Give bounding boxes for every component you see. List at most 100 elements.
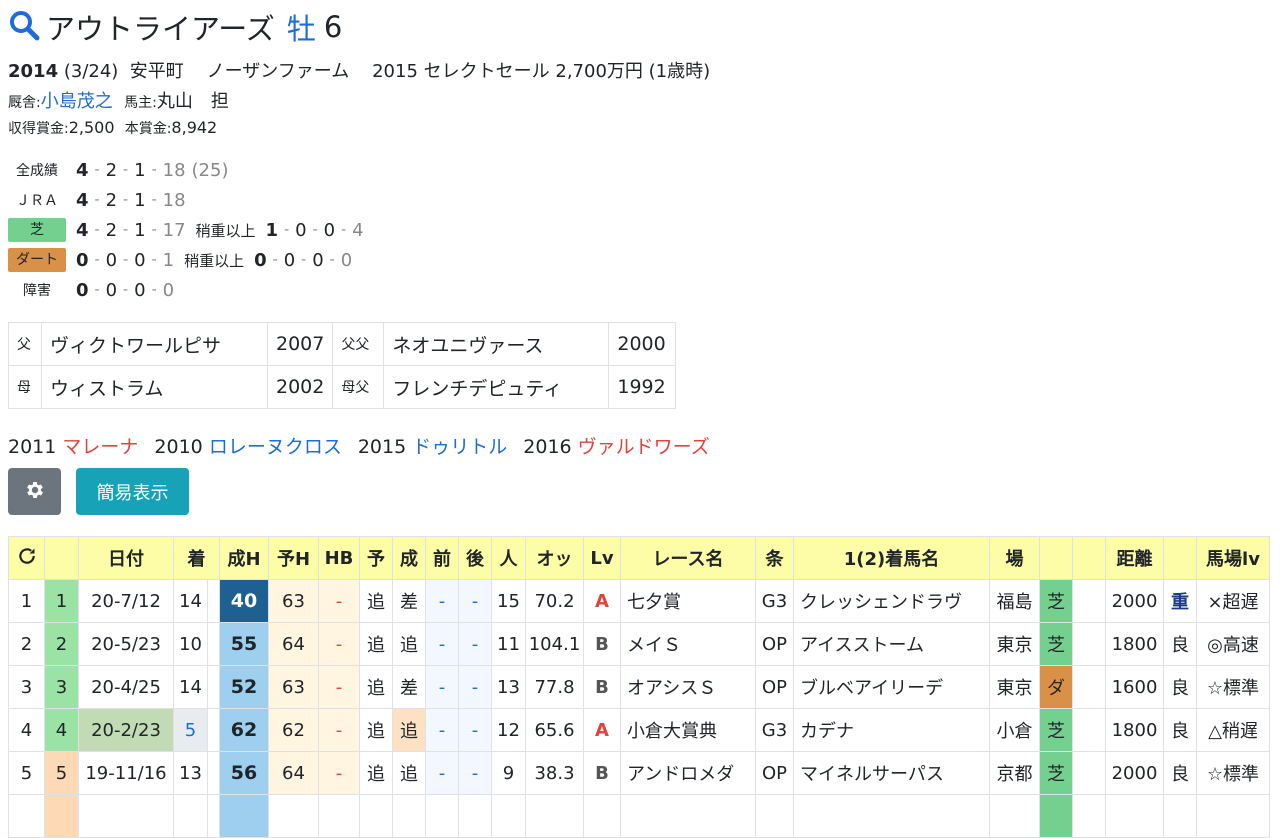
record-separator: - [123,192,129,208]
predicted-handicap: 62 [268,708,319,752]
predicted-handicap: 63 [268,579,319,623]
track-surface: 芝 [1039,579,1073,623]
track-condition: 良 [1163,622,1197,666]
hb-value: - [318,708,360,752]
column-header[interactable]: HB [318,536,360,580]
column-header[interactable]: レース名 [620,536,756,580]
dam-name: ウィストラム [41,365,268,409]
finish-position: 5 [173,708,208,752]
table-row[interactable]: 2 2 20-5/23 10 55 64- 追追 - -11 104.1 B メイＳ OP アイスストーム… [8,622,1270,666]
horse-age: 6 [323,10,343,44]
column-header[interactable]: 予H [268,536,319,580]
column-header[interactable]: 日付 [78,536,174,580]
column-header[interactable]: Lv [583,536,621,580]
popularity: 9 [491,751,526,795]
record-separator: - [94,162,100,178]
column-header[interactable]: 着 [173,536,220,580]
table-row[interactable]: 4 4 20-2/23 5 62 62- 追追 - -12 65.6 A 小倉大賞典 G3 カデナ 小倉芝 1… [8,708,1270,752]
trainer-label: 厩舎: [8,95,41,111]
column-header[interactable]: 前 [425,536,459,580]
column-header[interactable]: 条 [755,536,794,580]
race-name[interactable]: 七夕賞 [620,579,756,623]
race-class: OP [755,665,794,709]
winner-name[interactable]: マイネルサーパス [793,751,990,795]
winner-name[interactable]: アイスストーム [793,622,990,666]
track-level: △稍遅 [1196,708,1270,752]
record-row: 障害 0-0-0-0 [8,277,174,303]
table-row[interactable]: 1 1 20-7/12 14 40 63- 追差 - -15 70.2 A 七夕賞 G3 クレッシェンドラ… [8,579,1270,623]
simple-view-button[interactable]: 簡易表示 [76,468,189,515]
race-date[interactable]: 20-7/12 [78,579,174,623]
column-header[interactable]: 場 [989,536,1040,580]
earnings-info: 収得賞金:2,500 本賞金:8,942 [8,118,217,138]
table-row[interactable]: 3 3 20-4/25 14 52 63- 追差 - -13 77.8 B オアシスＳ OP ブルベアイリ… [8,665,1270,709]
column-header[interactable]: 1(2)着馬名 [793,536,990,580]
result-style: 追 [392,708,426,752]
row-order: 3 [44,665,79,709]
sibling-link[interactable]: マレーナ [62,436,138,458]
record-row: 芝 4-2-1-17 稍重以上 1-0-0-4 [8,217,364,243]
track-level: ☆標準 [1196,751,1270,795]
column-header[interactable] [1072,536,1106,580]
race-name[interactable]: アンドロメダ [620,751,756,795]
record-third: 1 [134,159,146,181]
racecourse: 京都 [989,751,1040,795]
settings-button[interactable] [8,468,61,515]
column-header[interactable]: オッ [525,536,584,580]
hb-value: - [318,751,360,795]
horse-sex: 牡 [286,12,316,46]
distance: 1600 [1105,665,1164,709]
race-date[interactable]: 20-2/23 [78,708,174,752]
race-class: OP [755,751,794,795]
earnings-value: 2,500 [68,118,115,137]
front-value: - [425,751,459,795]
record-third: 0 [134,279,146,301]
racecourse: 小倉 [989,708,1040,752]
trainer-link[interactable]: 小島茂之 [41,91,113,112]
row-order: 1 [44,579,79,623]
winner-name[interactable]: カデナ [793,708,990,752]
front-value: - [425,622,459,666]
race-date[interactable]: 20-5/23 [78,622,174,666]
popularity: 13 [491,665,526,709]
record-sub-third: 0 [312,249,324,271]
predicted-style: 追 [359,665,393,709]
column-header[interactable] [1039,536,1073,580]
racecourse: 東京 [989,622,1040,666]
table-row[interactable]: 5 5 19-11/16 13 56 64- 追追 - -9 38.3 B アンドロメダ OP マイネルサ… [8,751,1270,795]
column-header[interactable]: 後 [458,536,492,580]
spacer-cell [207,622,220,666]
column-header[interactable]: 人 [491,536,526,580]
column-header[interactable]: 成 [392,536,426,580]
sibling-link[interactable]: ドゥリトル [412,436,507,458]
search-icon[interactable] [8,9,40,45]
column-header[interactable]: 予 [359,536,393,580]
column-header[interactable]: 馬場lv [1196,536,1270,580]
track-condition: 良 [1163,751,1197,795]
refresh-header[interactable] [8,536,45,580]
race-name[interactable]: オアシスＳ [620,665,756,709]
race-name[interactable]: メイＳ [620,622,756,666]
column-header[interactable]: 成H [219,536,269,580]
race-date[interactable]: 19-11/16 [78,751,174,795]
race-name[interactable]: 小倉大賞典 [620,708,756,752]
race-date[interactable]: 20-4/25 [78,665,174,709]
column-header[interactable] [1163,536,1197,580]
sire-name: ヴィクトワールピサ [41,322,268,366]
sibling-link[interactable]: ヴァルドワーズ [578,436,710,458]
winner-name[interactable]: クレッシェンドラヴ [793,579,990,623]
front-value: - [425,579,459,623]
refresh-icon[interactable] [17,547,37,571]
finish-position: 14 [173,665,208,709]
sibling-link[interactable]: ロレーヌクロス [209,436,342,458]
record-sub-second: 0 [295,219,307,241]
track-level: ×超遅 [1196,579,1270,623]
winner-name[interactable]: ブルベアイリーデ [793,665,990,709]
record-separator: - [123,162,129,178]
record-sub-wins: 0 [254,249,267,271]
record-separator: - [272,252,278,268]
column-header[interactable]: 距離 [1105,536,1164,580]
record-third: 1 [134,189,146,211]
record-label: ダート [8,248,66,272]
predicted-style: 追 [359,751,393,795]
